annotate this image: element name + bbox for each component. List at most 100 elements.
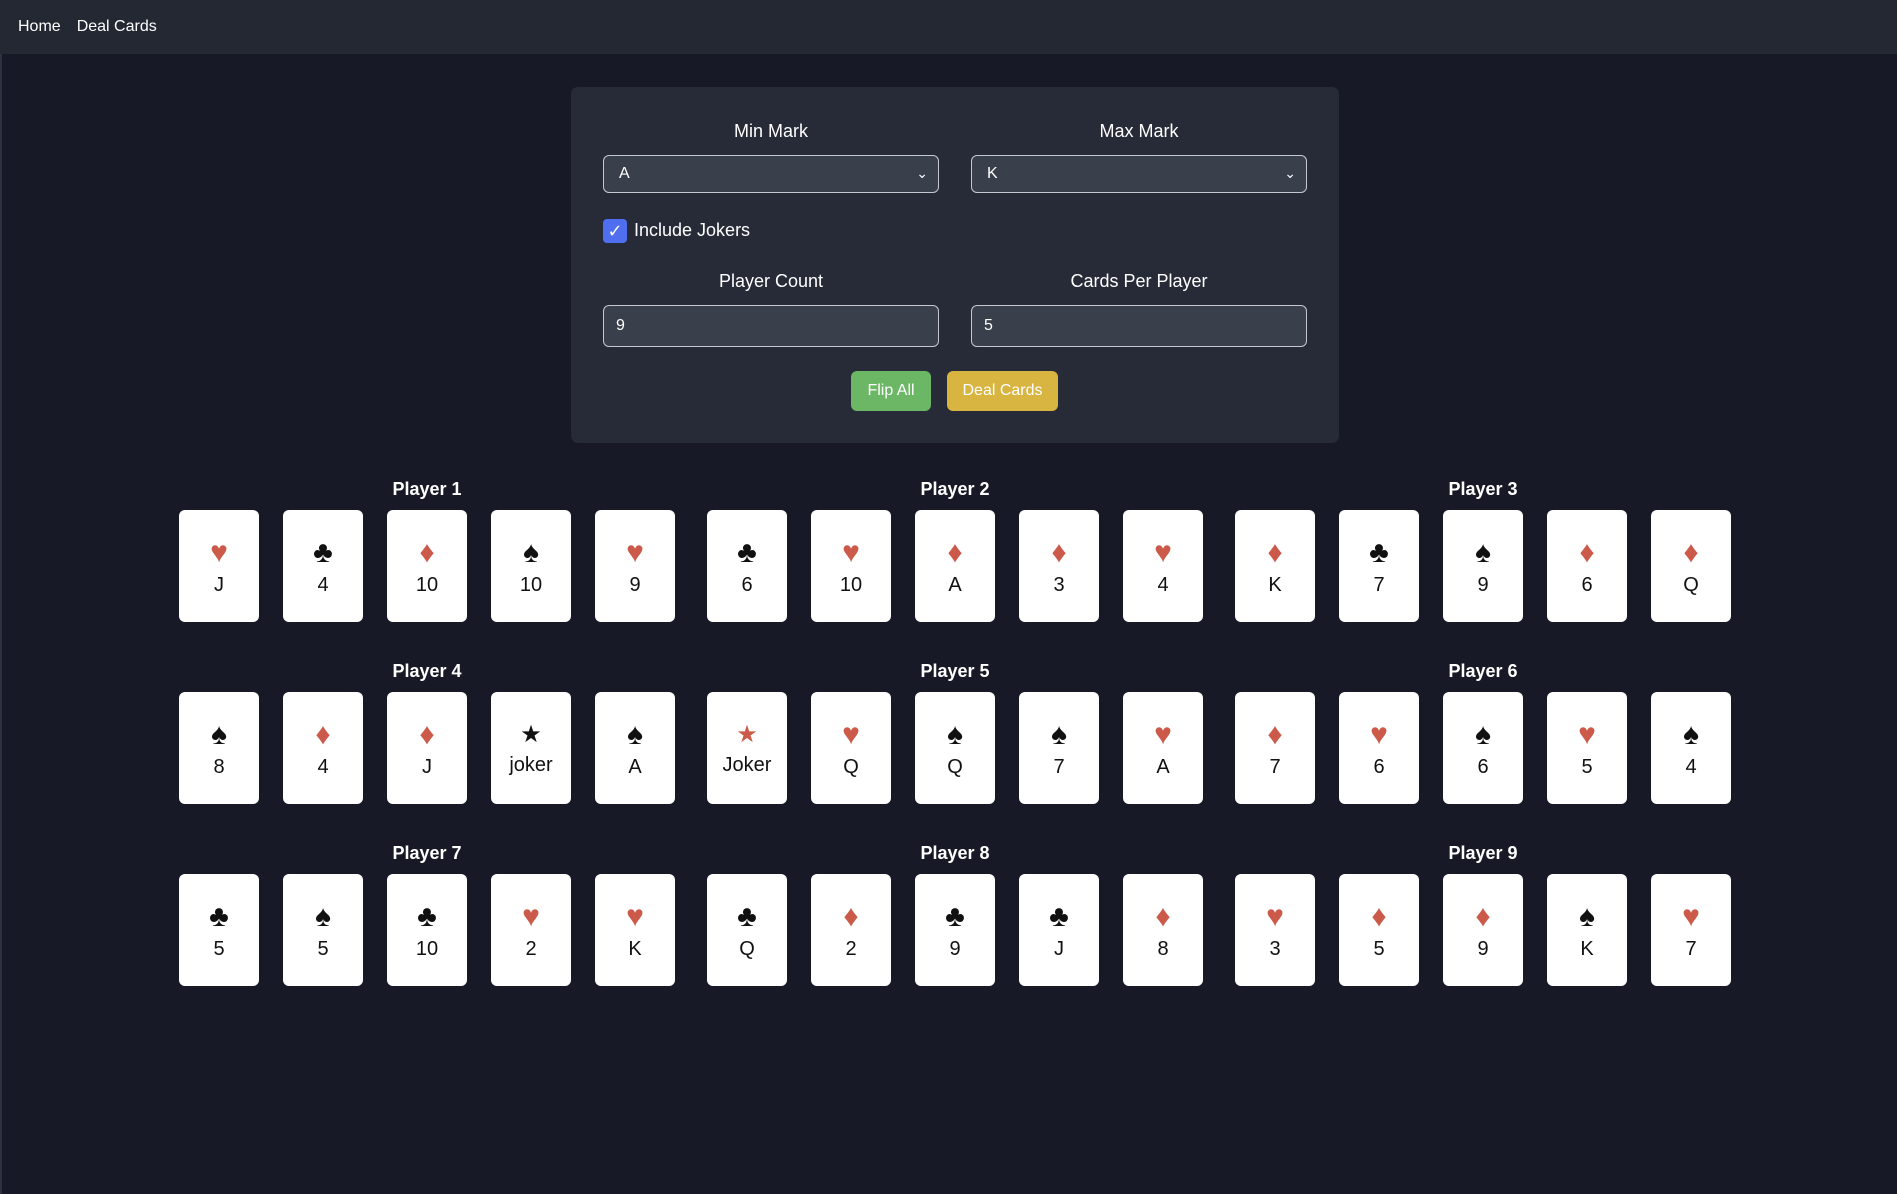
- player-count-input[interactable]: 9: [603, 305, 939, 347]
- chevron-down-icon: ⌄: [916, 165, 928, 181]
- playing-card[interactable]: ♥ 4: [1123, 510, 1203, 622]
- playing-card[interactable]: ♠ 8: [179, 692, 259, 804]
- playing-card[interactable]: ♥ 7: [1651, 874, 1731, 986]
- playing-card[interactable]: ♠ 6: [1443, 692, 1523, 804]
- min-mark-select[interactable]: A ⌄: [603, 155, 939, 193]
- card-hand: ♣ 5 ♠ 5 ♣ 10 ♥ 2 ♥ K: [179, 874, 675, 986]
- spade-icon: ♠: [1683, 717, 1699, 751]
- playing-card[interactable]: ♥ 3: [1235, 874, 1315, 986]
- spade-icon: ♠: [1475, 535, 1491, 569]
- card-mark: 6: [1477, 755, 1489, 778]
- playing-card[interactable]: ♦ 7: [1235, 692, 1315, 804]
- club-icon: ♣: [209, 899, 229, 933]
- diamond-icon: ♦: [1371, 899, 1387, 933]
- playing-card[interactable]: ♥ 9: [595, 510, 675, 622]
- player-name: Player 1: [392, 479, 462, 499]
- card-mark: 5: [1373, 937, 1385, 960]
- window-edge: [0, 0, 2, 1194]
- playing-card[interactable]: ♣ J: [1019, 874, 1099, 986]
- player-name: Player 9: [1448, 843, 1518, 863]
- spade-icon: ♠: [1475, 717, 1491, 751]
- card-mark: 10: [415, 573, 439, 596]
- card-mark: 4: [1157, 573, 1169, 596]
- card-mark: 3: [1053, 573, 1065, 596]
- deal-settings-panel: Min Mark A ⌄ Max Mark K ⌄ ✓ Include Joke…: [571, 87, 1339, 443]
- playing-card[interactable]: ♦ 2: [811, 874, 891, 986]
- playing-card[interactable]: ♠ 7: [1019, 692, 1099, 804]
- player-name: Player 2: [920, 479, 990, 499]
- include-jokers-checkbox[interactable]: ✓: [603, 219, 627, 243]
- card-mark: 9: [1477, 573, 1489, 596]
- playing-card[interactable]: ♥ 5: [1547, 692, 1627, 804]
- playing-card[interactable]: ♠ 10: [491, 510, 571, 622]
- top-navbar: Home Deal Cards: [0, 0, 1897, 54]
- card-mark: joker: [509, 753, 553, 776]
- playing-card[interactable]: ♠ A: [595, 692, 675, 804]
- playing-card[interactable]: ♠ 5: [283, 874, 363, 986]
- card-mark: 10: [519, 573, 543, 596]
- playing-card[interactable]: ♠ 4: [1651, 692, 1731, 804]
- playing-card[interactable]: ♥ J: [179, 510, 259, 622]
- card-mark: 6: [1581, 573, 1593, 596]
- spade-icon: ♠: [627, 717, 643, 751]
- min-mark-value: A: [619, 165, 630, 182]
- playing-card[interactable]: ♣ 7: [1339, 510, 1419, 622]
- playing-card[interactable]: ♥ A: [1123, 692, 1203, 804]
- card-mark: 4: [317, 573, 329, 596]
- playing-card[interactable]: ♥ 2: [491, 874, 571, 986]
- playing-card[interactable]: ♦ 10: [387, 510, 467, 622]
- playing-card[interactable]: ★ joker: [491, 692, 571, 804]
- player-hand-group: Player 9 ♥ 3 ♦ 5 ♦ 9 ♠ K ♥ 7: [1235, 838, 1731, 986]
- heart-icon: ♥: [1370, 717, 1388, 751]
- deal-cards-button[interactable]: Deal Cards: [947, 371, 1058, 411]
- card-hand: ♦ 7 ♥ 6 ♠ 6 ♥ 5 ♠ 4: [1235, 692, 1731, 804]
- cards-per-player-input[interactable]: 5: [971, 305, 1307, 347]
- card-mark: Q: [947, 755, 963, 778]
- player-hand-group: Player 4 ♠ 8 ♦ 4 ♦ J ★ joker ♠ A: [179, 656, 675, 804]
- diamond-icon: ♦: [1267, 717, 1283, 751]
- playing-card[interactable]: ♦ 9: [1443, 874, 1523, 986]
- card-mark: 9: [1477, 937, 1489, 960]
- playing-card[interactable]: ♣ 4: [283, 510, 363, 622]
- nav-deal-cards-link[interactable]: Deal Cards: [77, 18, 157, 36]
- flip-all-button[interactable]: Flip All: [851, 371, 931, 411]
- playing-card[interactable]: ♥ 6: [1339, 692, 1419, 804]
- playing-card[interactable]: ♦ 8: [1123, 874, 1203, 986]
- diamond-icon: ♦: [1267, 535, 1283, 569]
- card-mark: Q: [843, 755, 859, 778]
- playing-card[interactable]: ♥ 10: [811, 510, 891, 622]
- card-mark: K: [628, 937, 642, 960]
- playing-card[interactable]: ♠ K: [1547, 874, 1627, 986]
- playing-card[interactable]: ♦ K: [1235, 510, 1315, 622]
- playing-card[interactable]: ♠ 9: [1443, 510, 1523, 622]
- player-name: Player 3: [1448, 479, 1518, 499]
- heart-icon: ♥: [842, 535, 860, 569]
- nav-home-link[interactable]: Home: [18, 18, 61, 36]
- playing-card[interactable]: ♦ 5: [1339, 874, 1419, 986]
- playing-card[interactable]: ♦ A: [915, 510, 995, 622]
- diamond-icon: ♦: [1475, 899, 1491, 933]
- playing-card[interactable]: ♣ 5: [179, 874, 259, 986]
- playing-card[interactable]: ♦ 6: [1547, 510, 1627, 622]
- playing-card[interactable]: ♣ Q: [707, 874, 787, 986]
- max-mark-label: Max Mark: [1099, 121, 1179, 141]
- playing-card[interactable]: ♠ Q: [915, 692, 995, 804]
- heart-icon: ♥: [1266, 899, 1284, 933]
- playing-card[interactable]: ♦ 3: [1019, 510, 1099, 622]
- player-name: Player 8: [920, 843, 990, 863]
- card-mark: J: [1054, 937, 1064, 960]
- playing-card[interactable]: ♦ 4: [283, 692, 363, 804]
- playing-card[interactable]: ★ Joker: [707, 692, 787, 804]
- playing-card[interactable]: ♥ Q: [811, 692, 891, 804]
- diamond-icon: ♦: [1579, 535, 1595, 569]
- playing-card[interactable]: ♣ 10: [387, 874, 467, 986]
- playing-card[interactable]: ♦ J: [387, 692, 467, 804]
- playing-card[interactable]: ♣ 9: [915, 874, 995, 986]
- max-mark-select[interactable]: K ⌄: [971, 155, 1307, 193]
- playing-card[interactable]: ♥ K: [595, 874, 675, 986]
- club-icon: ♣: [945, 899, 965, 933]
- player-name: Player 4: [392, 661, 462, 681]
- playing-card[interactable]: ♣ 6: [707, 510, 787, 622]
- playing-card[interactable]: ♦ Q: [1651, 510, 1731, 622]
- card-mark: 8: [1157, 937, 1169, 960]
